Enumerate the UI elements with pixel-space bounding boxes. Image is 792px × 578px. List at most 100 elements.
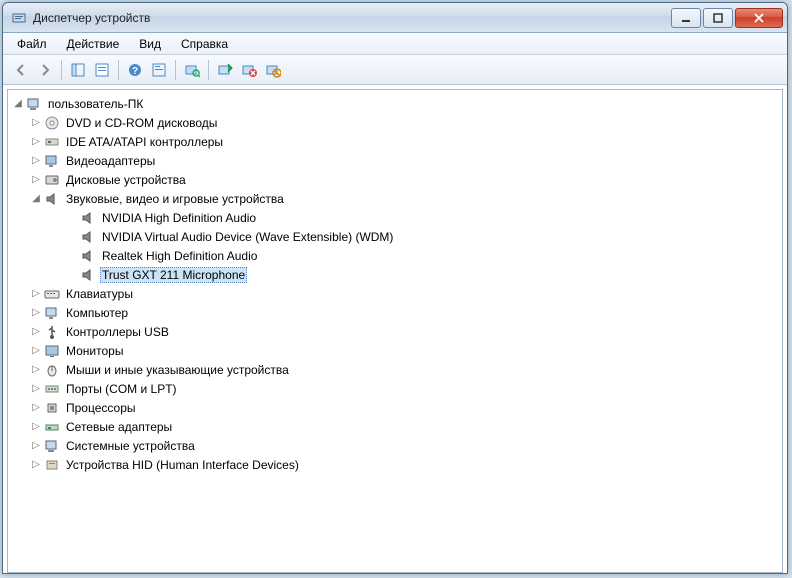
minimize-button[interactable]: [671, 8, 701, 28]
dvd-icon: [44, 115, 60, 131]
expand-icon[interactable]: ▷: [30, 345, 42, 357]
tree-item-monitor[interactable]: ▷ Мониторы: [8, 341, 782, 360]
system-icon: [44, 438, 60, 454]
tree-item-cpu[interactable]: ▷ Процессоры: [8, 398, 782, 417]
forward-button[interactable]: [33, 58, 57, 82]
tree-item-label: Процессоры: [64, 400, 138, 416]
window-controls: [669, 8, 783, 28]
tree-item-label: Сетевые адаптеры: [64, 419, 174, 435]
port-icon: [44, 381, 60, 397]
network-icon: [44, 419, 60, 435]
toolbar-separator: [208, 60, 209, 80]
scan-button[interactable]: [180, 58, 204, 82]
tree-item-label: Контроллеры USB: [64, 324, 171, 340]
tree-item-label: Trust GXT 211 Microphone: [100, 267, 247, 283]
display-adapter-icon: [44, 153, 60, 169]
tree-item-dvd[interactable]: ▷ DVD и CD-ROM дисководы: [8, 113, 782, 132]
sound-icon: [80, 267, 96, 283]
tree-root[interactable]: ◢ пользователь-ПК: [8, 94, 782, 113]
tree-item-hid[interactable]: ▷ Устройства HID (Human Interface Device…: [8, 455, 782, 474]
expand-icon[interactable]: ▷: [30, 421, 42, 433]
expand-icon[interactable]: ▷: [30, 155, 42, 167]
device-manager-window: Диспетчер устройств Файл Действие Вид Сп…: [2, 2, 788, 574]
sound-icon: [80, 229, 96, 245]
tree-item-label: Порты (COM и LPT): [64, 381, 179, 397]
tree-item-label: Дисковые устройства: [64, 172, 188, 188]
action-button[interactable]: [147, 58, 171, 82]
tree-item-label: Мыши и иные указывающие устройства: [64, 362, 291, 378]
expand-icon[interactable]: ▷: [30, 364, 42, 376]
expand-icon[interactable]: ▷: [30, 440, 42, 452]
expand-icon[interactable]: ▷: [30, 326, 42, 338]
monitor-icon: [44, 343, 60, 359]
tree-item-label: Realtek High Definition Audio: [100, 248, 259, 264]
collapse-icon[interactable]: ◢: [30, 193, 42, 205]
tree-item-video[interactable]: ▷ Видеоадаптеры: [8, 151, 782, 170]
expand-icon[interactable]: ▷: [30, 459, 42, 471]
expand-icon[interactable]: ▷: [30, 288, 42, 300]
menu-file[interactable]: Файл: [7, 35, 57, 53]
tree-item-label: Звуковые, видео и игровые устройства: [64, 191, 286, 207]
tree-item-label: Мониторы: [64, 343, 125, 359]
help-button[interactable]: ?: [123, 58, 147, 82]
update-driver-button[interactable]: [213, 58, 237, 82]
expand-icon[interactable]: ▷: [30, 307, 42, 319]
window-title: Диспетчер устройств: [33, 11, 669, 25]
titlebar[interactable]: Диспетчер устройств: [3, 3, 787, 33]
computer-icon: [26, 96, 42, 112]
mouse-icon: [44, 362, 60, 378]
expand-icon[interactable]: ▷: [30, 402, 42, 414]
sound-icon: [80, 248, 96, 264]
menu-view[interactable]: Вид: [129, 35, 171, 53]
tree-item-label: NVIDIA Virtual Audio Device (Wave Extens…: [100, 229, 395, 245]
computer-icon: [44, 305, 60, 321]
expand-icon[interactable]: ▷: [30, 174, 42, 186]
tree-item-nvidia-hd[interactable]: ▷ NVIDIA High Definition Audio: [8, 208, 782, 227]
expand-icon[interactable]: ▷: [30, 136, 42, 148]
tree-item-usb[interactable]: ▷ Контроллеры USB: [8, 322, 782, 341]
close-button[interactable]: [735, 8, 783, 28]
tree-item-computer[interactable]: ▷ Компьютер: [8, 303, 782, 322]
sound-icon: [44, 191, 60, 207]
toolbar-separator: [118, 60, 119, 80]
tree-item-disk[interactable]: ▷ Дисковые устройства: [8, 170, 782, 189]
toolbar-separator: [175, 60, 176, 80]
tree-item-label: DVD и CD-ROM дисководы: [64, 115, 219, 131]
uninstall-button[interactable]: [237, 58, 261, 82]
disk-icon: [44, 172, 60, 188]
tree-item-label: Системные устройства: [64, 438, 197, 454]
expand-icon[interactable]: ▷: [30, 117, 42, 129]
back-button[interactable]: [9, 58, 33, 82]
tree-item-trust-selected[interactable]: ▷ Trust GXT 211 Microphone: [8, 265, 782, 284]
tree-item-label: Устройства HID (Human Interface Devices): [64, 457, 301, 473]
svg-text:?: ?: [132, 66, 138, 77]
hid-icon: [44, 457, 60, 473]
app-icon: [11, 10, 27, 26]
device-tree[interactable]: ◢ пользователь-ПК ▷ DVD и CD-ROM дисково…: [7, 89, 783, 573]
tree-item-network[interactable]: ▷ Сетевые адаптеры: [8, 417, 782, 436]
toolbar: ?: [3, 55, 787, 85]
maximize-button[interactable]: [703, 8, 733, 28]
menu-action[interactable]: Действие: [57, 35, 130, 53]
keyboard-icon: [44, 286, 60, 302]
tree-item-ports[interactable]: ▷ Порты (COM и LPT): [8, 379, 782, 398]
tree-item-ide[interactable]: ▷ IDE ATA/ATAPI контроллеры: [8, 132, 782, 151]
tree-item-nvidia-virtual[interactable]: ▷ NVIDIA Virtual Audio Device (Wave Exte…: [8, 227, 782, 246]
menu-help[interactable]: Справка: [171, 35, 238, 53]
tree-item-keyboard[interactable]: ▷ Клавиатуры: [8, 284, 782, 303]
menubar: Файл Действие Вид Справка: [3, 33, 787, 55]
expand-icon[interactable]: ▷: [30, 383, 42, 395]
properties-button[interactable]: [90, 58, 114, 82]
show-hide-tree-button[interactable]: [66, 58, 90, 82]
tree-item-sound[interactable]: ◢ Звуковые, видео и игровые устройства: [8, 189, 782, 208]
disable-button[interactable]: [261, 58, 285, 82]
toolbar-separator: [61, 60, 62, 80]
tree-item-system[interactable]: ▷ Системные устройства: [8, 436, 782, 455]
tree-item-mouse[interactable]: ▷ Мыши и иные указывающие устройства: [8, 360, 782, 379]
tree-root-label: пользователь-ПК: [46, 96, 145, 112]
tree-item-label: NVIDIA High Definition Audio: [100, 210, 258, 226]
collapse-icon[interactable]: ◢: [12, 98, 24, 110]
tree-item-label: Видеоадаптеры: [64, 153, 157, 169]
ide-icon: [44, 134, 60, 150]
tree-item-realtek[interactable]: ▷ Realtek High Definition Audio: [8, 246, 782, 265]
